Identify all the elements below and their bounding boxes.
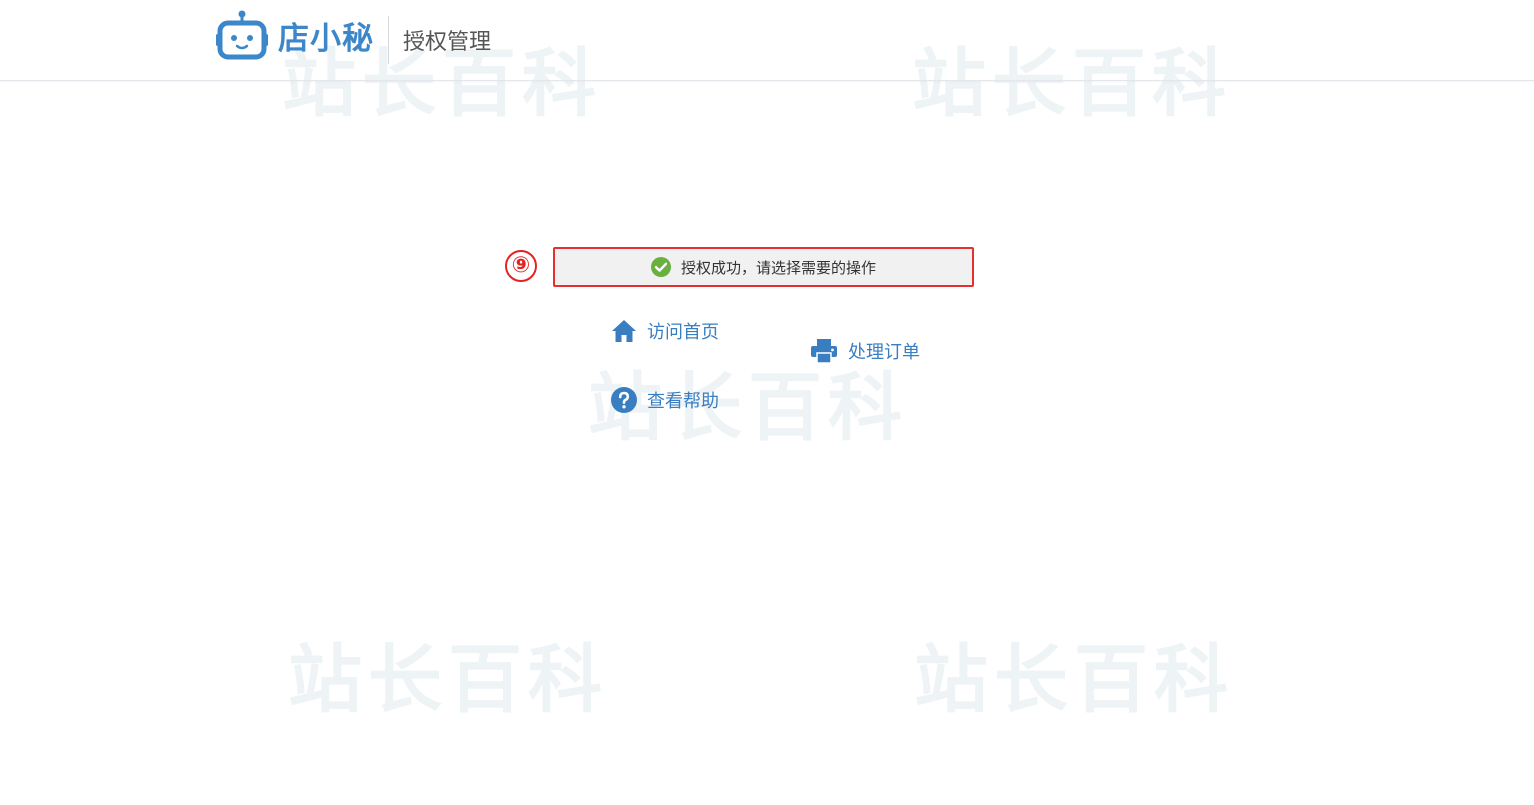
visit-home-link[interactable]: 访问首页	[611, 318, 719, 344]
process-orders-link[interactable]: 处理订单	[810, 338, 920, 364]
visit-home-label: 访问首页	[647, 322, 719, 343]
top-header: 店小秘 授权管理	[0, 0, 1534, 81]
printer-icon	[810, 338, 838, 364]
page-title: 授权管理	[403, 30, 492, 55]
brand-name: 店小秘	[278, 20, 374, 57]
brand-logo[interactable]: 店小秘	[216, 10, 374, 60]
watermark: 站长百科	[914, 637, 1234, 723]
question-icon	[611, 387, 637, 413]
header-divider	[388, 16, 389, 64]
success-message: 授权成功，请选择需要的操作	[680, 258, 876, 277]
view-help-label: 查看帮助	[647, 391, 719, 412]
home-icon	[611, 319, 637, 343]
page: 站长百科 站长百科 站长百科 站长百科 站长百科 店小秘 授权管理 ⑨ 授权成功…	[0, 0, 1534, 805]
view-help-link[interactable]: 查看帮助	[611, 387, 719, 413]
step-marker: ⑨	[505, 250, 537, 282]
check-circle-icon	[650, 257, 671, 277]
success-banner: 授权成功，请选择需要的操作	[553, 247, 974, 287]
robot-icon	[216, 10, 268, 60]
watermark: 站长百科	[288, 637, 608, 723]
process-orders-label: 处理订单	[848, 342, 920, 363]
